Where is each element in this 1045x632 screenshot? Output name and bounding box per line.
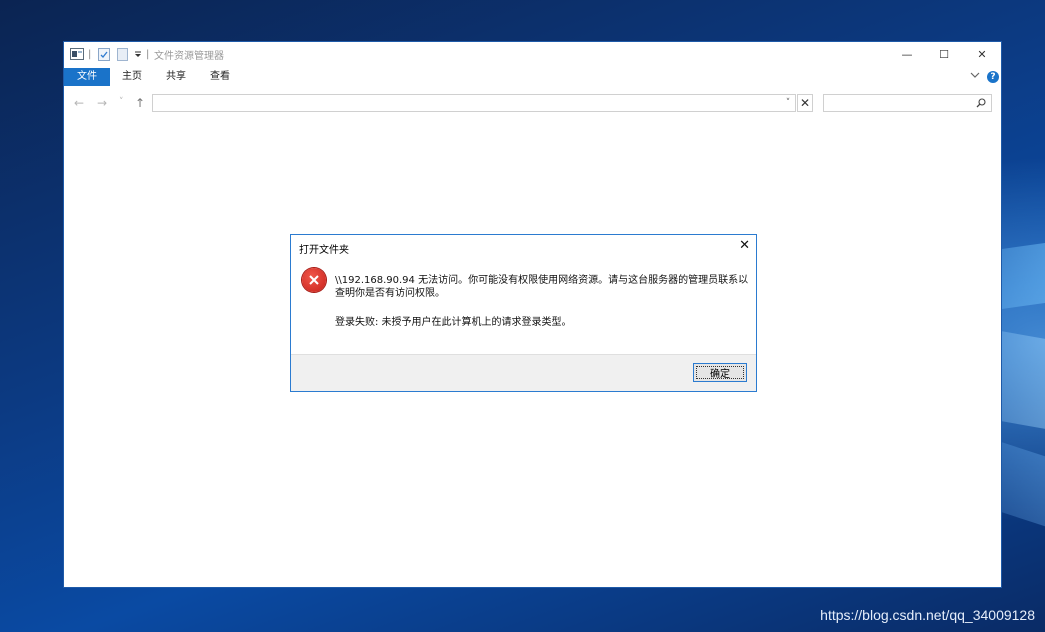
error-detail: 登录失败: 未授予用户在此计算机上的请求登录类型。 [335, 317, 572, 328]
help-icon[interactable]: ? [987, 71, 999, 83]
customize-toolbar-dropdown-icon[interactable] [134, 47, 142, 61]
address-history-chevron-icon[interactable]: ˅ [781, 95, 795, 111]
search-icon[interactable] [976, 98, 986, 108]
minimize-button[interactable]: — [889, 42, 925, 66]
error-message-line-1: \\192.168.90.94 无法访问。你可能没有权限使用网络资源。请与这台服… [335, 275, 749, 286]
address-bar[interactable]: ˅ [152, 94, 796, 112]
forward-arrow-icon[interactable]: → [97, 96, 107, 110]
new-folder-icon[interactable] [117, 47, 128, 61]
tab-view[interactable]: 查看 [210, 68, 230, 86]
dialog-title: 打开文件夹 [299, 245, 349, 256]
maximize-button[interactable]: ☐ [926, 42, 962, 66]
back-arrow-icon[interactable]: ← [74, 96, 84, 110]
properties-icon[interactable] [98, 47, 110, 61]
recent-locations-chevron-icon[interactable]: ˅ [119, 97, 124, 107]
window-title: 文件资源管理器 [154, 51, 224, 62]
tab-file[interactable]: 文件 [64, 68, 110, 86]
quick-access-separator: | [88, 48, 92, 60]
ok-button[interactable]: 确定 [693, 363, 747, 382]
dialog-close-icon[interactable]: ✕ [739, 238, 750, 253]
title-bar: | | 文件资源管理器 — ☐ ✕ [64, 42, 1001, 66]
up-arrow-icon[interactable]: ↑ [135, 96, 145, 110]
navigation-bar: ← → ˅ ↑ ˅ ✕ [64, 90, 1001, 116]
ribbon-expand-chevron-down-icon[interactable] [970, 71, 980, 82]
quick-access-separator: | [146, 48, 150, 60]
search-box[interactable] [823, 94, 992, 112]
dialog-footer: 确定 [291, 354, 756, 391]
close-button[interactable]: ✕ [964, 42, 1000, 66]
error-message-line-2: 查明你是否有访问权限。 [335, 288, 445, 299]
ribbon-tabs: 文件 主页 共享 查看 ? [64, 67, 1001, 87]
error-icon [302, 268, 326, 292]
address-clear-icon[interactable]: ✕ [797, 94, 813, 112]
explorer-app-icon [70, 47, 84, 61]
tab-share[interactable]: 共享 [166, 68, 186, 86]
tab-home[interactable]: 主页 [122, 68, 142, 86]
open-folder-error-dialog: 打开文件夹 ✕ \\192.168.90.94 无法访问。你可能没有权限使用网络… [290, 234, 757, 392]
watermark-text: https://blog.csdn.net/qq_34009128 [820, 607, 1035, 623]
